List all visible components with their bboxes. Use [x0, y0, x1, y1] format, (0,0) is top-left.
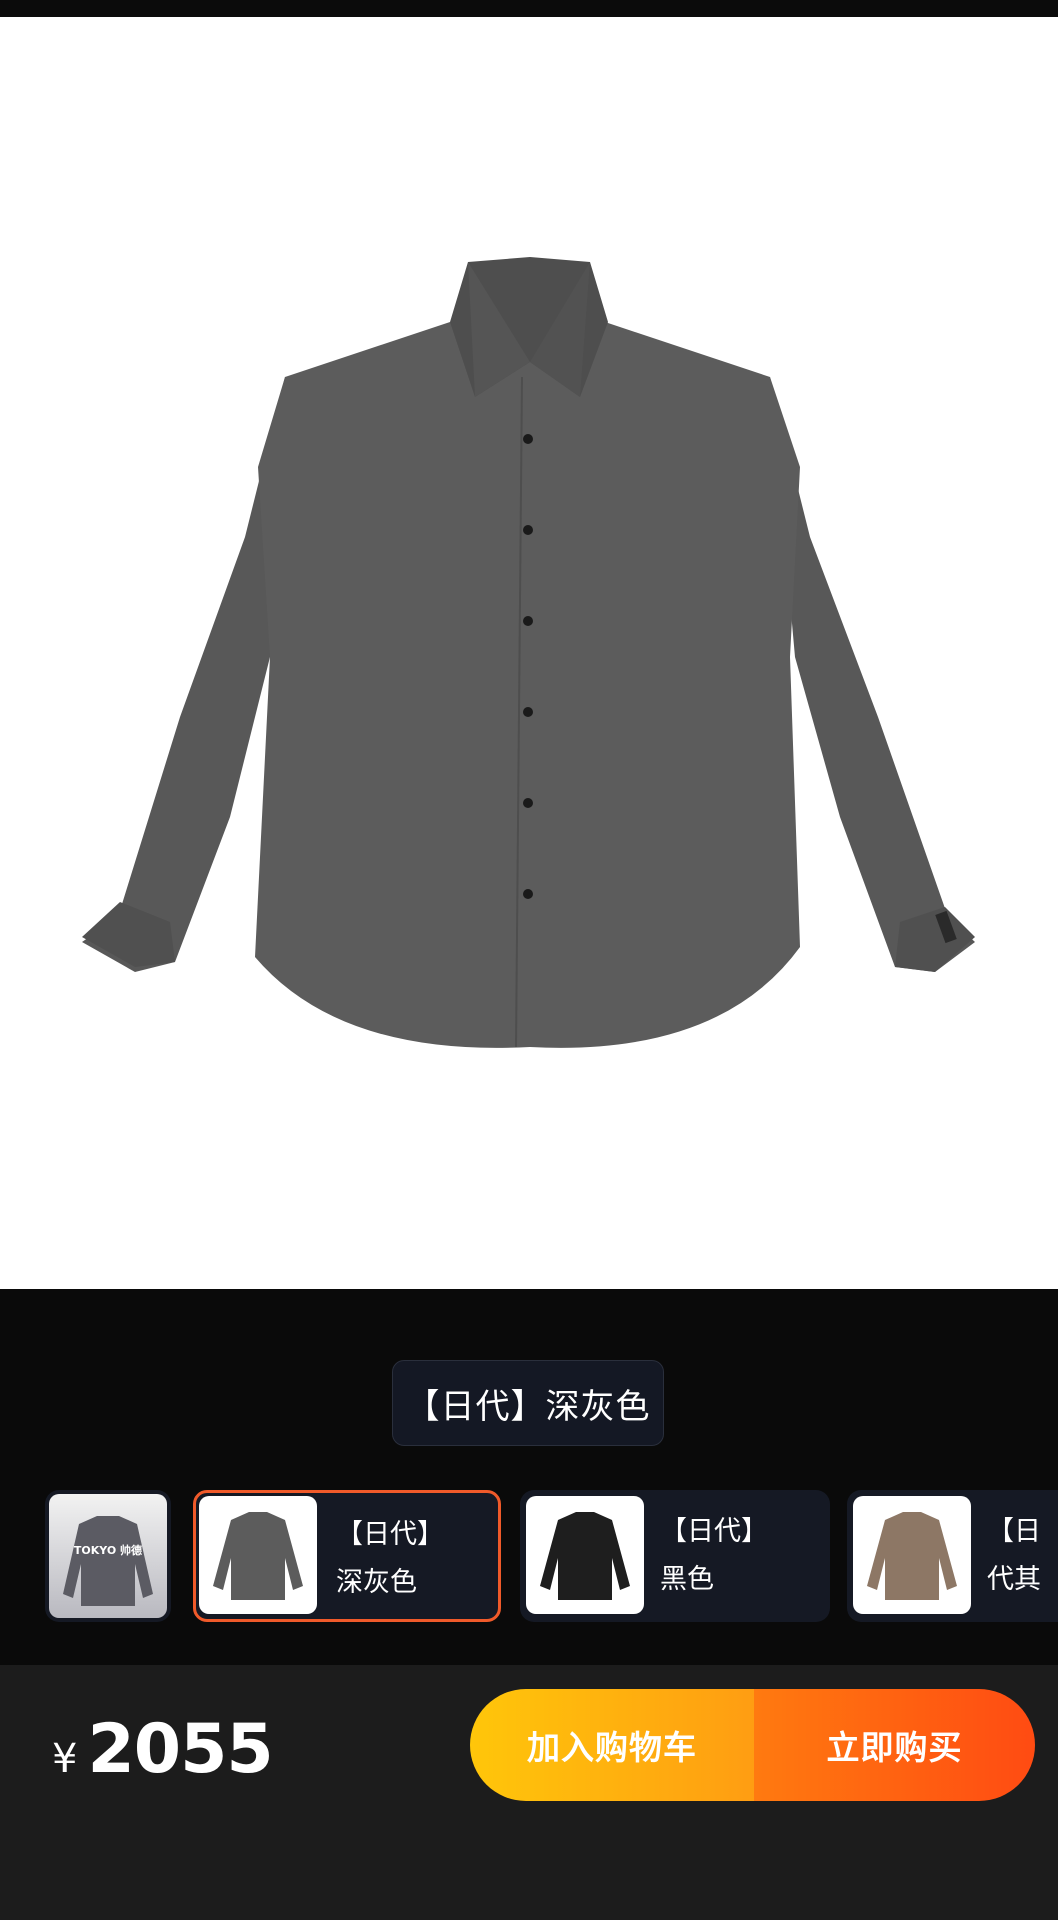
shirt-thumbnail-icon	[213, 1512, 303, 1600]
variant-option-black[interactable]: 【日代】黑色	[520, 1490, 830, 1622]
status-bar	[0, 0, 1058, 17]
shirt-image	[82, 257, 975, 1048]
variant-image	[853, 1496, 971, 1614]
selected-variant-label: 【日代】深灰色	[392, 1360, 664, 1446]
currency-symbol: ¥	[52, 1736, 78, 1782]
variant-option-khaki[interactable]: 【日代其	[847, 1490, 1058, 1622]
variant-name: 【日代其	[987, 1516, 1041, 1595]
shirt-thumbnail-icon: TOKYO 帅德	[63, 1516, 153, 1606]
variant-image: TOKYO 帅德	[49, 1494, 167, 1618]
variant-image	[526, 1496, 644, 1614]
variant-thumbnail-tokyo[interactable]: TOKYO 帅德	[45, 1490, 171, 1622]
product-main-image[interactable]	[0, 17, 1058, 1289]
variant-image	[199, 1496, 317, 1614]
purchase-buttons: 加入购物车 立即购买	[470, 1689, 1035, 1801]
variant-logo-text: TOKYO 帅德	[74, 1543, 142, 1557]
buy-now-button[interactable]: 立即购买	[754, 1689, 1035, 1801]
variant-name: 【日代】黑色	[660, 1516, 768, 1595]
add-to-cart-button[interactable]: 加入购物车	[470, 1689, 754, 1801]
variant-name: 【日代】深灰色	[336, 1519, 444, 1598]
shirt-thumbnail-icon	[540, 1512, 630, 1600]
variant-option-dark-gray[interactable]: 【日代】深灰色	[193, 1490, 501, 1622]
price: ¥ 2055	[52, 1710, 274, 1789]
shirt-thumbnail-icon	[867, 1512, 957, 1600]
price-value: 2055	[87, 1710, 273, 1789]
